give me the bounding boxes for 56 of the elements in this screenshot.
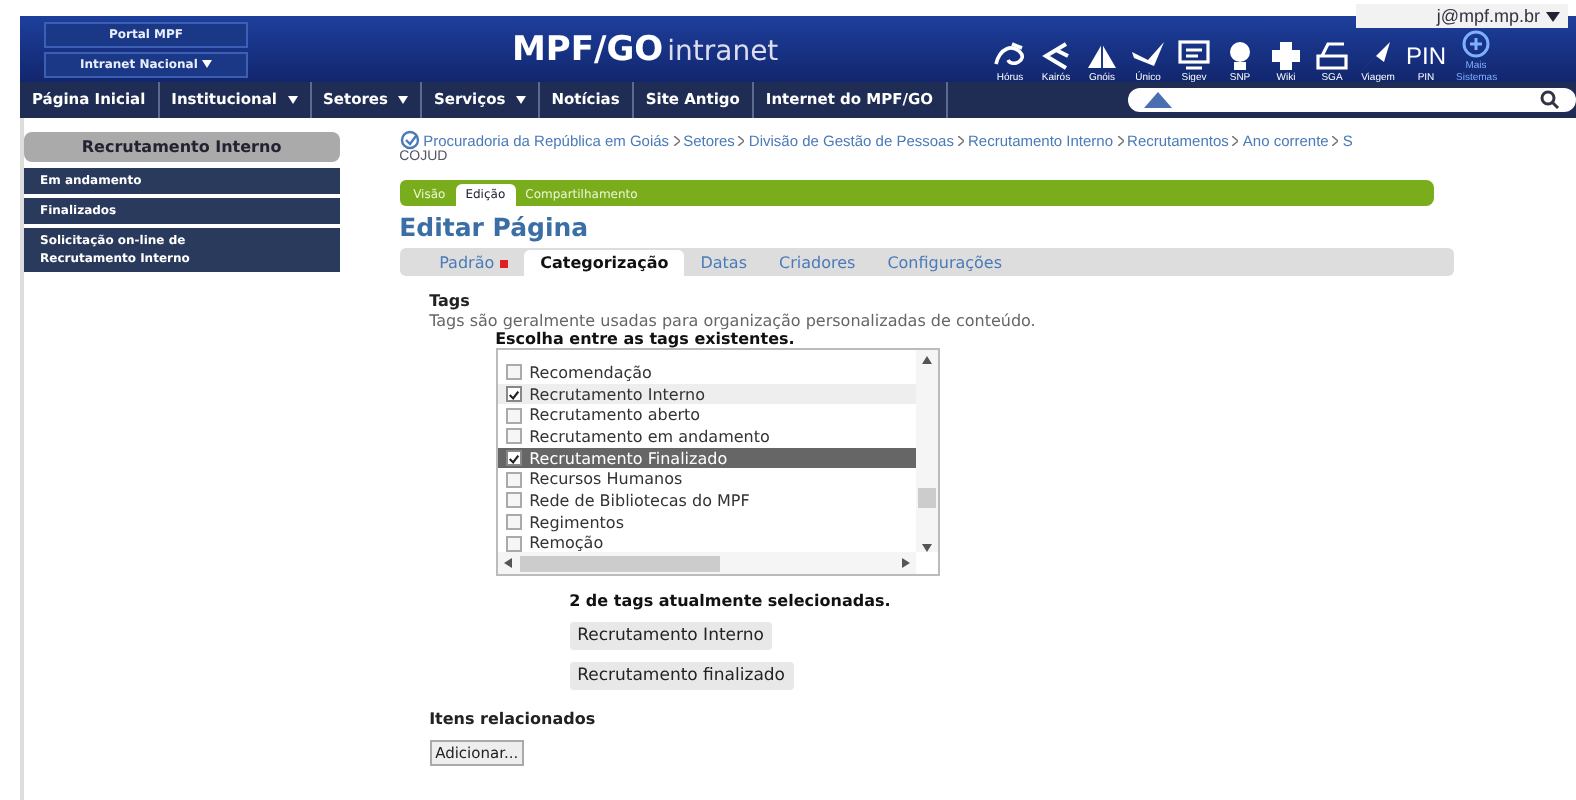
selection-count: 2 de tags atualmente selecionadas. — [569, 592, 893, 610]
tag-option[interactable]: Recomendação — [497, 362, 918, 384]
scroll-up-icon[interactable] — [921, 356, 932, 364]
scroll-thumb[interactable] — [917, 488, 936, 508]
tag-option[interactable]: Recrutamento Finalizado — [497, 447, 918, 469]
tag-listbox[interactable]: Recomendação Recrutamento Interno Recrutamento aberto Recrutamento em andamento Recrutamento Finalizado Recursos Humanos Rede de Bibliotecas do MPF Regimentos Remoção — [495, 348, 940, 576]
checkbox[interactable] — [505, 386, 522, 403]
vertical-scrollbar[interactable] — [915, 350, 938, 552]
mountain-icon — [1143, 92, 1172, 108]
edit-tab[interactable]: Categorização — [524, 250, 685, 276]
checkbox[interactable] — [505, 428, 522, 445]
scroll-left-icon[interactable] — [503, 558, 512, 568]
tag-option[interactable]: Recursos Humanos — [497, 468, 918, 491]
checkbox[interactable] — [505, 514, 522, 531]
tray-icon — [1314, 39, 1350, 71]
horizontal-scrollbar[interactable] — [497, 552, 916, 574]
caret-icon — [1546, 11, 1560, 21]
swirl-icon — [992, 39, 1028, 71]
selected-tag-button[interactable]: Recrutamento Interno — [569, 622, 772, 650]
chevron-icon — [673, 135, 680, 145]
checkbox[interactable] — [505, 535, 522, 552]
chevron-icon — [1117, 135, 1124, 145]
chevron-icon — [1332, 135, 1339, 145]
checkbox[interactable] — [505, 471, 522, 488]
tag-option[interactable]: Recrutamento aberto — [497, 404, 918, 427]
tag-option[interactable]: Rede de Bibliotecas do MPF — [497, 490, 918, 512]
check-circle-icon — [399, 130, 420, 150]
user-menu[interactable]: j@mpf.mp.br — [1356, 4, 1568, 28]
checkbox[interactable] — [505, 364, 522, 381]
plus-icon — [1458, 27, 1495, 59]
chevron-icon — [957, 135, 964, 145]
checkbox[interactable] — [505, 492, 522, 509]
scroll-right-icon[interactable] — [901, 558, 910, 568]
field-label: Escolha entre as tags existentes. — [495, 330, 797, 348]
tag-option[interactable]: Regimentos — [497, 511, 918, 533]
arrows-icon — [1038, 39, 1074, 71]
tag-option[interactable]: Recrutamento em andamento — [497, 426, 918, 448]
scroll-thumb[interactable] — [519, 555, 720, 571]
search-icon — [1540, 90, 1560, 110]
chevron-icon — [738, 135, 745, 145]
screen-icon — [1176, 39, 1212, 71]
site-logo: MPF/GO intranet — [512, 29, 781, 69]
caret-icon — [201, 59, 212, 67]
checkbox[interactable] — [505, 450, 522, 467]
search-field[interactable] — [1127, 88, 1576, 112]
page-title: Editar Página — [399, 212, 591, 242]
section-heading: Tags — [429, 292, 470, 310]
tag-option[interactable]: Recrutamento Interno — [497, 383, 918, 405]
help-text: Tags são geralmente usadas para organização personalizadas de conteúdo. — [429, 312, 1038, 330]
scroll-down-icon[interactable] — [921, 544, 932, 552]
tag-option[interactable]: Remoção — [497, 533, 918, 555]
section-heading: Itens relacionados — [429, 710, 598, 728]
selected-tag-button[interactable]: Recrutamento finalizado — [569, 662, 793, 690]
chevron-icon — [1232, 135, 1239, 145]
sidebar-title: Recrutamento Interno — [24, 132, 340, 162]
checkbox[interactable] — [505, 407, 522, 424]
